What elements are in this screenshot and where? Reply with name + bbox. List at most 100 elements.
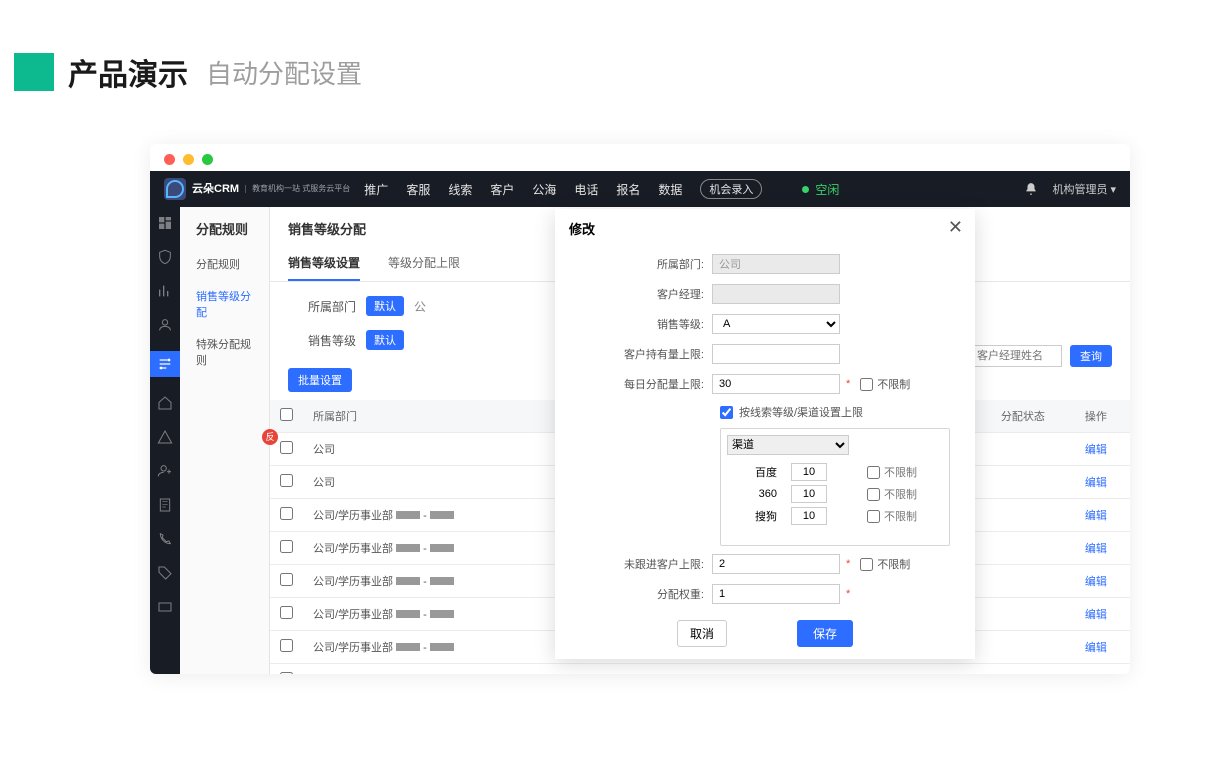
cell-dept: 公司/学历事业部 - — [303, 532, 523, 565]
nav-pool[interactable]: 公海 — [532, 181, 556, 198]
sub-item-assign-rule[interactable]: 分配规则 — [180, 248, 269, 280]
minimize-dot[interactable] — [183, 154, 194, 165]
modal-weight-input[interactable] — [712, 584, 840, 604]
modal-hold-input[interactable] — [712, 344, 840, 364]
cancel-button[interactable]: 取消 — [677, 620, 727, 647]
tab-sales-level-config[interactable]: 销售等级设置 — [288, 246, 360, 281]
save-button[interactable]: 保存 — [797, 620, 853, 647]
required-marker: * — [846, 558, 850, 570]
app-window: 云朵CRM 教育机构一站 式服务云平台 推广 客服 线索 客户 公海 电话 报名… — [150, 144, 1130, 674]
opportunity-pill[interactable]: 机会录入 — [700, 179, 762, 199]
row-check[interactable] — [280, 441, 293, 454]
rail-tag-icon[interactable] — [157, 565, 173, 581]
cell-dept: 公司 — [303, 466, 523, 499]
rail-addperson-icon[interactable] — [157, 463, 173, 479]
rail-shield-icon[interactable] — [157, 249, 173, 265]
nav-service[interactable]: 客服 — [406, 181, 430, 198]
channel-box: 渠道 百度 不限制360 不限制搜狗 不限制 — [720, 428, 950, 546]
rail-dashboard-icon[interactable] — [157, 215, 173, 231]
rail-home-icon[interactable] — [157, 395, 173, 411]
sub-item-special-rule[interactable]: 特殊分配规则 — [180, 328, 269, 376]
modal-hold-label: 客户持有量上限: — [620, 346, 712, 362]
logo-icon — [164, 178, 186, 200]
rail-doc-icon[interactable] — [157, 497, 173, 513]
row-check[interactable] — [280, 474, 293, 487]
bell-icon[interactable] — [1024, 182, 1038, 196]
cell-dept: 公司/学历事业部 - — [303, 565, 523, 598]
channel-row: 百度 不限制 — [727, 461, 943, 483]
search-input[interactable] — [970, 345, 1062, 367]
edit-link[interactable]: 编辑 — [1085, 609, 1107, 621]
tab-level-limit[interactable]: 等级分配上限 — [388, 246, 460, 281]
edit-link[interactable]: 编辑 — [1085, 477, 1107, 489]
modal-weight-label: 分配权重: — [620, 586, 712, 602]
modal-daily-input[interactable] — [712, 374, 840, 394]
page-subtitle: 自动分配设置 — [206, 54, 362, 91]
by-channel-label: 按线索等级/渠道设置上限 — [739, 404, 863, 420]
channel-limit-input[interactable] — [791, 463, 827, 481]
rail-card-icon[interactable] — [157, 599, 173, 615]
channel-name: 360 — [727, 488, 783, 500]
channel-nolimit-check[interactable]: 不限制 — [867, 486, 917, 502]
channel-select[interactable]: 渠道 — [727, 435, 849, 455]
rail-settings-icon[interactable] — [150, 351, 180, 377]
nav-leads[interactable]: 线索 — [448, 181, 472, 198]
modal-level-select[interactable]: A — [712, 314, 840, 334]
row-check[interactable] — [280, 540, 293, 553]
maximize-dot[interactable] — [202, 154, 213, 165]
nav-data[interactable]: 数据 — [658, 181, 682, 198]
daily-nolimit-check[interactable]: 不限制 — [860, 376, 910, 392]
page-title: 产品演示 — [68, 50, 188, 94]
user-role[interactable]: 机构管理员 ▾ — [1052, 181, 1116, 197]
row-check[interactable] — [280, 606, 293, 619]
modal-dept-input — [712, 254, 840, 274]
feedback-badge[interactable]: 反 — [262, 429, 278, 445]
row-check[interactable] — [280, 507, 293, 520]
batch-set-button[interactable]: 批量设置 — [288, 368, 352, 392]
close-icon[interactable]: ✕ — [948, 217, 963, 238]
nav-phone[interactable]: 电话 — [574, 181, 598, 198]
filter-dept-default[interactable]: 默认 — [366, 296, 404, 316]
row-check[interactable] — [280, 573, 293, 586]
logo[interactable]: 云朵CRM 教育机构一站 式服务云平台 — [164, 178, 350, 200]
modal-mgr-input — [712, 284, 840, 304]
channel-name: 搜狗 — [727, 508, 783, 524]
cell-dept: 公司/学历事业部 - — [303, 631, 523, 664]
channel-limit-input[interactable] — [791, 507, 827, 525]
by-channel-check[interactable] — [720, 406, 733, 419]
edit-modal: ✕ 修改 所属部门: 客户经理: 销售等级: A — [555, 209, 975, 659]
edit-link[interactable]: 编辑 — [1085, 510, 1107, 522]
rail-warn-icon[interactable] — [157, 429, 173, 445]
close-dot[interactable] — [164, 154, 175, 165]
nofollow-nolimit-check[interactable]: 不限制 — [860, 556, 910, 572]
edit-link[interactable]: 编辑 — [1085, 576, 1107, 588]
channel-limit-input[interactable] — [791, 485, 827, 503]
modal-nofollow-input[interactable] — [712, 554, 840, 574]
rail-chart-icon[interactable] — [157, 283, 173, 299]
modal-actions: 取消 保存 — [555, 620, 975, 659]
cell-dept: 公司 — [303, 433, 523, 466]
nav-signup[interactable]: 报名 — [616, 181, 640, 198]
channel-nolimit-check[interactable]: 不限制 — [867, 508, 917, 524]
col-dept: 所属部门 — [303, 400, 523, 433]
rail-user-icon[interactable] — [157, 317, 173, 333]
edit-link[interactable]: 编辑 — [1085, 642, 1107, 654]
edit-link[interactable]: 编辑 — [1085, 444, 1107, 456]
channel-nolimit-check[interactable]: 不限制 — [867, 464, 917, 480]
row-check[interactable] — [280, 639, 293, 652]
filter-level-default[interactable]: 默认 — [366, 330, 404, 350]
rail-phone-icon[interactable] — [157, 531, 173, 547]
modal-title: 修改 — [555, 209, 975, 248]
edit-link[interactable]: 编辑 — [1085, 543, 1107, 555]
search-button[interactable]: 查询 — [1070, 345, 1112, 367]
modal-daily-label: 每日分配量上限: — [620, 376, 712, 392]
topbar-right: 机构管理员 ▾ — [1024, 181, 1116, 197]
check-all[interactable] — [280, 408, 293, 421]
filter-level-label: 销售等级 — [308, 332, 356, 349]
nav-customers[interactable]: 客户 — [490, 181, 514, 198]
chevron-down-icon: ▾ — [1110, 183, 1116, 196]
sub-item-sales-level[interactable]: 销售等级分配 — [180, 280, 269, 328]
modal-nofollow-label: 未跟进客户上限: — [620, 556, 712, 572]
row-check[interactable] — [280, 672, 293, 674]
nav-promo[interactable]: 推广 — [364, 181, 388, 198]
